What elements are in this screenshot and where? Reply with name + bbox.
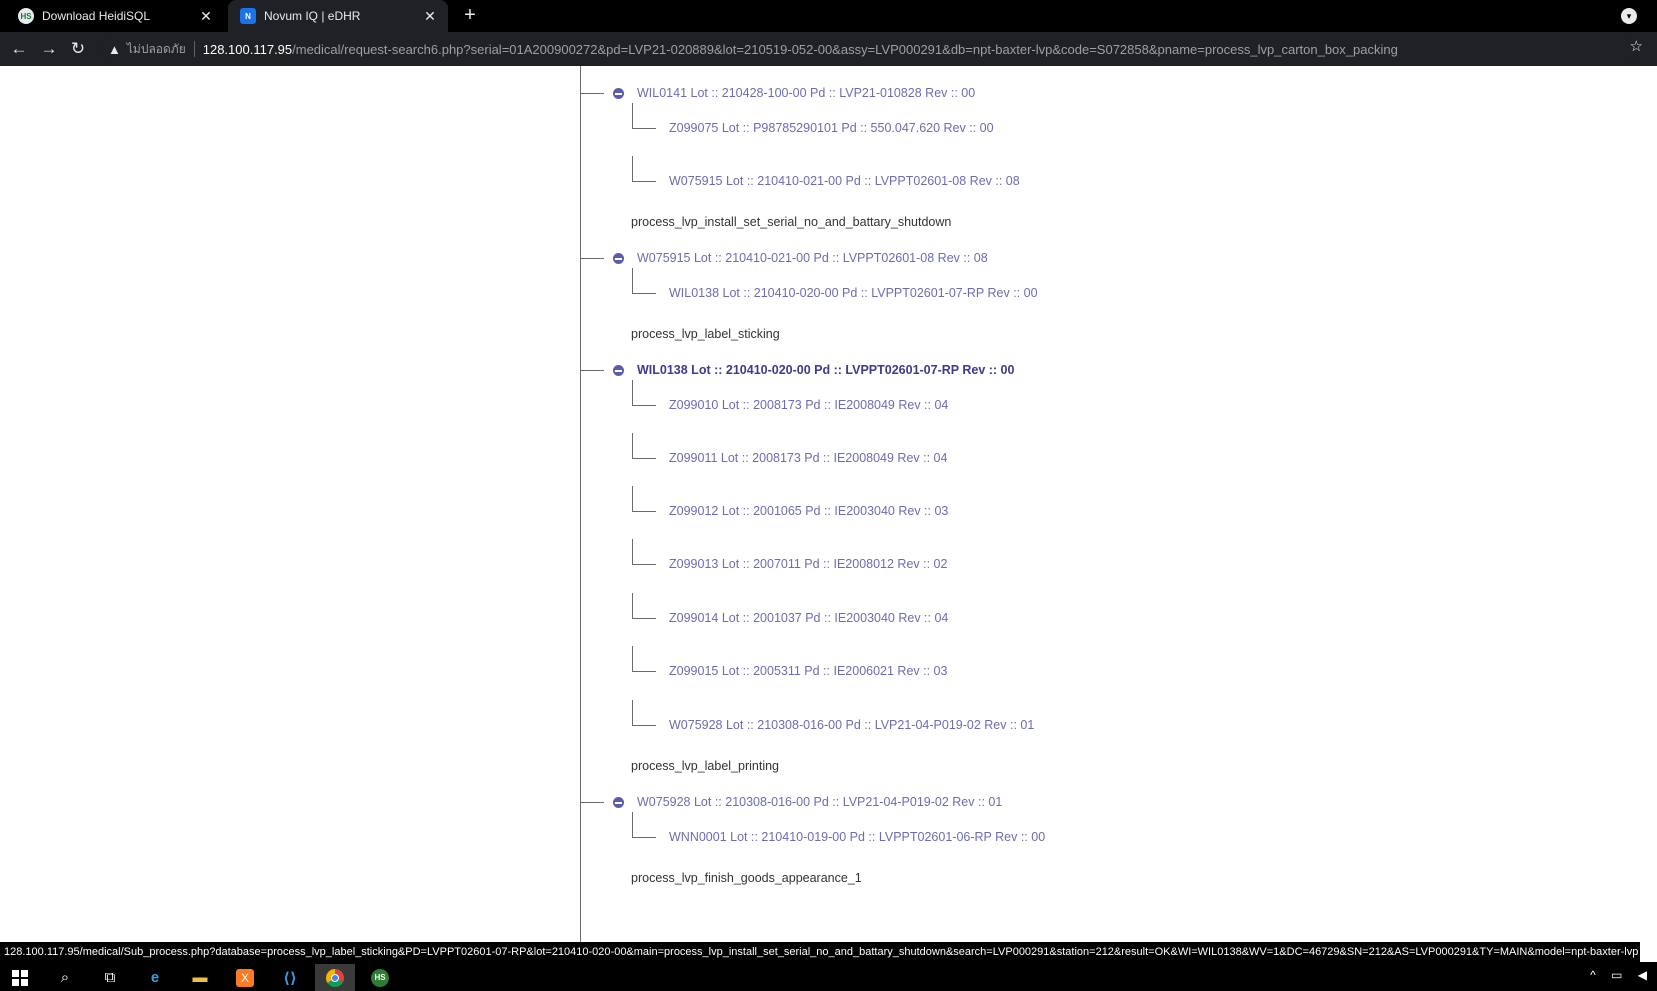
process-name-label: process_lvp_label_printing xyxy=(631,759,780,773)
process-name-label: process_lvp_install_set_serial_no_and_ba… xyxy=(631,215,952,229)
tree-vertical-line xyxy=(580,66,581,942)
windows-taskbar: ⌕ ⧉ e ▬ X ⟨⟩ HS ^ ▭ ◀ xyxy=(0,962,1657,991)
tree-child-item[interactable]: W075915 Lot :: 210410-021-00 Pd :: LVPPT… xyxy=(669,174,1020,188)
status-bar-url: 128.100.117.95/medical/Sub_process.php?d… xyxy=(0,942,1640,962)
tree-child-item[interactable]: Z099010 Lot :: 2008173 Pd :: IE2008049 R… xyxy=(669,398,948,412)
tree-child-item[interactable]: Z099012 Lot :: 2001065 Pd :: IE2003040 R… xyxy=(669,504,948,518)
collapse-icon[interactable] xyxy=(613,797,624,808)
tree-connector xyxy=(581,258,604,259)
browser-toolbar: ← → ↻ ▲ ไม่ปลอดภัย 128.100.117.95/medica… xyxy=(0,32,1657,66)
tree-parent-item[interactable]: W075915 Lot :: 210410-021-00 Pd :: LVPPT… xyxy=(637,251,988,265)
new-tab-button[interactable]: + xyxy=(458,4,482,28)
tab-title: Download HeidiSQL xyxy=(42,9,151,23)
tree-branch-line xyxy=(632,593,656,619)
forward-icon[interactable]: → xyxy=(38,38,60,60)
tree-connector xyxy=(581,802,604,803)
divider xyxy=(193,41,195,57)
heidisql-icon[interactable]: HS xyxy=(360,964,400,991)
collapse-icon[interactable] xyxy=(613,365,624,376)
security-label: ไม่ปลอดภัย xyxy=(126,41,186,56)
tree-child-item[interactable]: Z099013 Lot :: 2007011 Pd :: IE2008012 R… xyxy=(669,557,947,571)
xampp-icon[interactable]: X xyxy=(225,964,265,991)
tab-novum-iq[interactable]: N Novum IQ | eDHR ✕ xyxy=(228,0,448,32)
vscode-icon[interactable]: ⟨⟩ xyxy=(270,964,310,991)
tree-branch-line xyxy=(632,812,656,838)
tree-connector xyxy=(581,93,604,94)
edge-icon[interactable]: e xyxy=(135,964,175,991)
back-icon[interactable]: ← xyxy=(8,38,30,60)
tree-parent-item[interactable]: WIL0141 Lot :: 210428-100-00 Pd :: LVP21… xyxy=(637,86,975,100)
tree-branch-line xyxy=(632,268,656,294)
heidisql-icon: HS xyxy=(18,8,34,24)
tree-connector xyxy=(581,370,604,371)
tree-child-item[interactable]: Z099011 Lot :: 2008173 Pd :: IE2008049 R… xyxy=(669,451,947,465)
tab-bar: HS Download HeidiSQL ✕ N Novum IQ | eDHR… xyxy=(0,0,1657,32)
address-bar[interactable]: ▲ ไม่ปลอดภัย 128.100.117.95/medical/requ… xyxy=(100,35,1640,63)
search-icon[interactable]: ⌕ xyxy=(45,964,85,991)
chrome-icon[interactable] xyxy=(315,964,355,991)
url-path: /medical/request-search6.php?serial=01A2… xyxy=(292,41,1398,57)
tree-child-item[interactable]: WNN0001 Lot :: 210410-019-00 Pd :: LVPPT… xyxy=(669,830,1045,844)
tab-download-heidisql[interactable]: HS Download HeidiSQL ✕ xyxy=(6,0,224,32)
process-name-label: process_lvp_finish_goods_appearance_1 xyxy=(631,871,862,885)
warning-icon: ▲ xyxy=(108,41,121,57)
tree-branch-line xyxy=(632,156,656,182)
tree-branch-line xyxy=(632,433,656,459)
tab-title: Novum IQ | eDHR xyxy=(264,9,361,23)
task-view-icon[interactable]: ⧉ xyxy=(90,964,130,991)
tree-parent-item[interactable]: W075928 Lot :: 210308-016-00 Pd :: LVP21… xyxy=(637,795,1002,809)
tree-branch-line xyxy=(632,380,656,406)
url-host: 128.100.117.95 xyxy=(202,41,293,57)
tree-branch-line xyxy=(632,486,656,512)
page-content: WIL0141 Lot :: 210428-100-00 Pd :: LVP21… xyxy=(0,66,1657,942)
windows-start-icon[interactable] xyxy=(0,964,40,991)
file-explorer-icon[interactable]: ▬ xyxy=(180,964,220,991)
close-icon[interactable]: ✕ xyxy=(420,8,440,25)
collapse-icon[interactable] xyxy=(613,253,624,264)
bookmark-star-icon[interactable]: ☆ xyxy=(1630,37,1643,55)
tree-child-item[interactable]: WIL0138 Lot :: 210410-020-00 Pd :: LVPPT… xyxy=(669,286,1038,300)
tab-search-icon[interactable]: ▾ xyxy=(1621,8,1637,24)
tree-branch-line xyxy=(632,700,656,726)
close-icon[interactable]: ✕ xyxy=(196,8,216,25)
tree-child-item[interactable]: Z099015 Lot :: 2005311 Pd :: IE2006021 R… xyxy=(669,664,947,678)
tree-branch-line xyxy=(632,103,656,129)
tree-child-item[interactable]: Z099075 Lot :: P98785290101 Pd :: 550.04… xyxy=(669,121,994,135)
reload-icon[interactable]: ↻ xyxy=(67,38,89,60)
system-tray[interactable]: ^ ▭ ◀ xyxy=(1590,968,1653,982)
url-text[interactable]: 128.100.117.95/medical/request-search6.p… xyxy=(203,42,1398,57)
process-name-label: process_lvp_label_sticking xyxy=(631,327,780,341)
tree-parent-item[interactable]: WIL0138 Lot :: 210410-020-00 Pd :: LVPPT… xyxy=(637,363,1014,377)
collapse-icon[interactable] xyxy=(613,88,624,99)
tree-child-item[interactable]: Z099014 Lot :: 2001037 Pd :: IE2003040 R… xyxy=(669,611,948,625)
tree-branch-line xyxy=(632,539,656,565)
tree-branch-line xyxy=(632,646,656,672)
novum-icon: N xyxy=(240,8,256,24)
tree-child-item[interactable]: W075928 Lot :: 210308-016-00 Pd :: LVP21… xyxy=(669,718,1034,732)
